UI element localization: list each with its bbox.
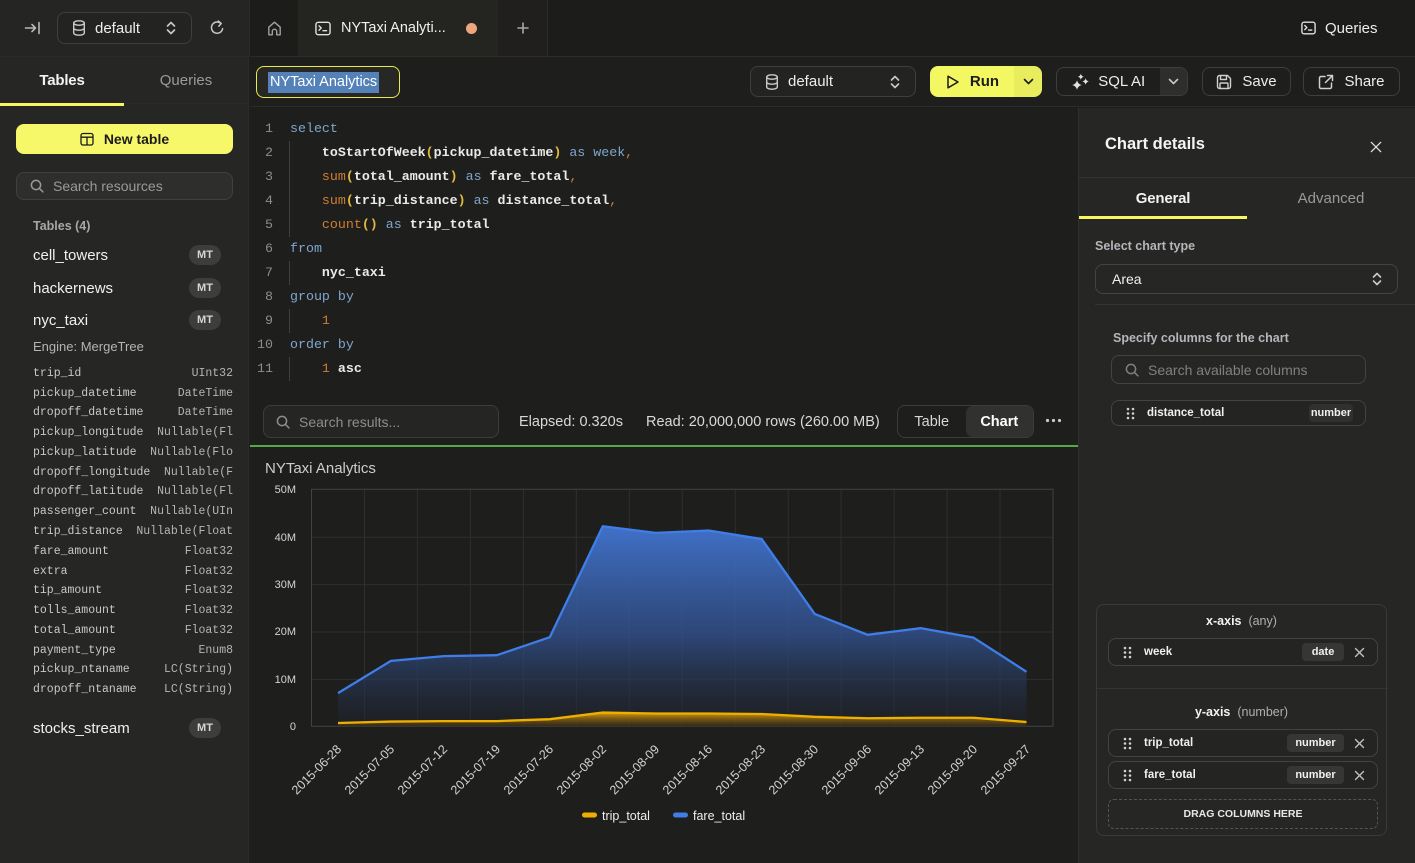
- svg-text:2015-08-30: 2015-08-30: [766, 742, 821, 797]
- svg-text:2015-07-19: 2015-07-19: [448, 742, 503, 797]
- svg-text:50M: 50M: [275, 484, 296, 496]
- svg-text:2015-09-27: 2015-09-27: [978, 742, 1033, 797]
- svg-text:0: 0: [290, 721, 296, 733]
- svg-text:trip_total: trip_total: [602, 809, 650, 823]
- svg-text:2015-08-09: 2015-08-09: [607, 742, 662, 797]
- svg-text:NYTaxi Analytics: NYTaxi Analytics: [265, 460, 376, 477]
- svg-text:2015-07-12: 2015-07-12: [395, 742, 450, 797]
- svg-text:fare_total: fare_total: [693, 809, 745, 823]
- svg-text:2015-09-13: 2015-09-13: [872, 742, 927, 797]
- svg-text:2015-09-20: 2015-09-20: [925, 742, 980, 797]
- svg-text:40M: 40M: [275, 532, 296, 544]
- svg-text:2015-09-06: 2015-09-06: [819, 742, 874, 797]
- svg-text:2015-06-28: 2015-06-28: [289, 742, 344, 797]
- svg-text:2015-08-02: 2015-08-02: [554, 742, 609, 797]
- svg-text:2015-07-26: 2015-07-26: [501, 742, 556, 797]
- svg-text:2015-07-05: 2015-07-05: [342, 742, 397, 797]
- svg-text:20M: 20M: [275, 626, 296, 638]
- svg-text:2015-08-16: 2015-08-16: [660, 742, 715, 797]
- svg-text:30M: 30M: [275, 579, 296, 591]
- svg-text:10M: 10M: [275, 674, 296, 686]
- svg-text:2015-08-23: 2015-08-23: [713, 742, 768, 797]
